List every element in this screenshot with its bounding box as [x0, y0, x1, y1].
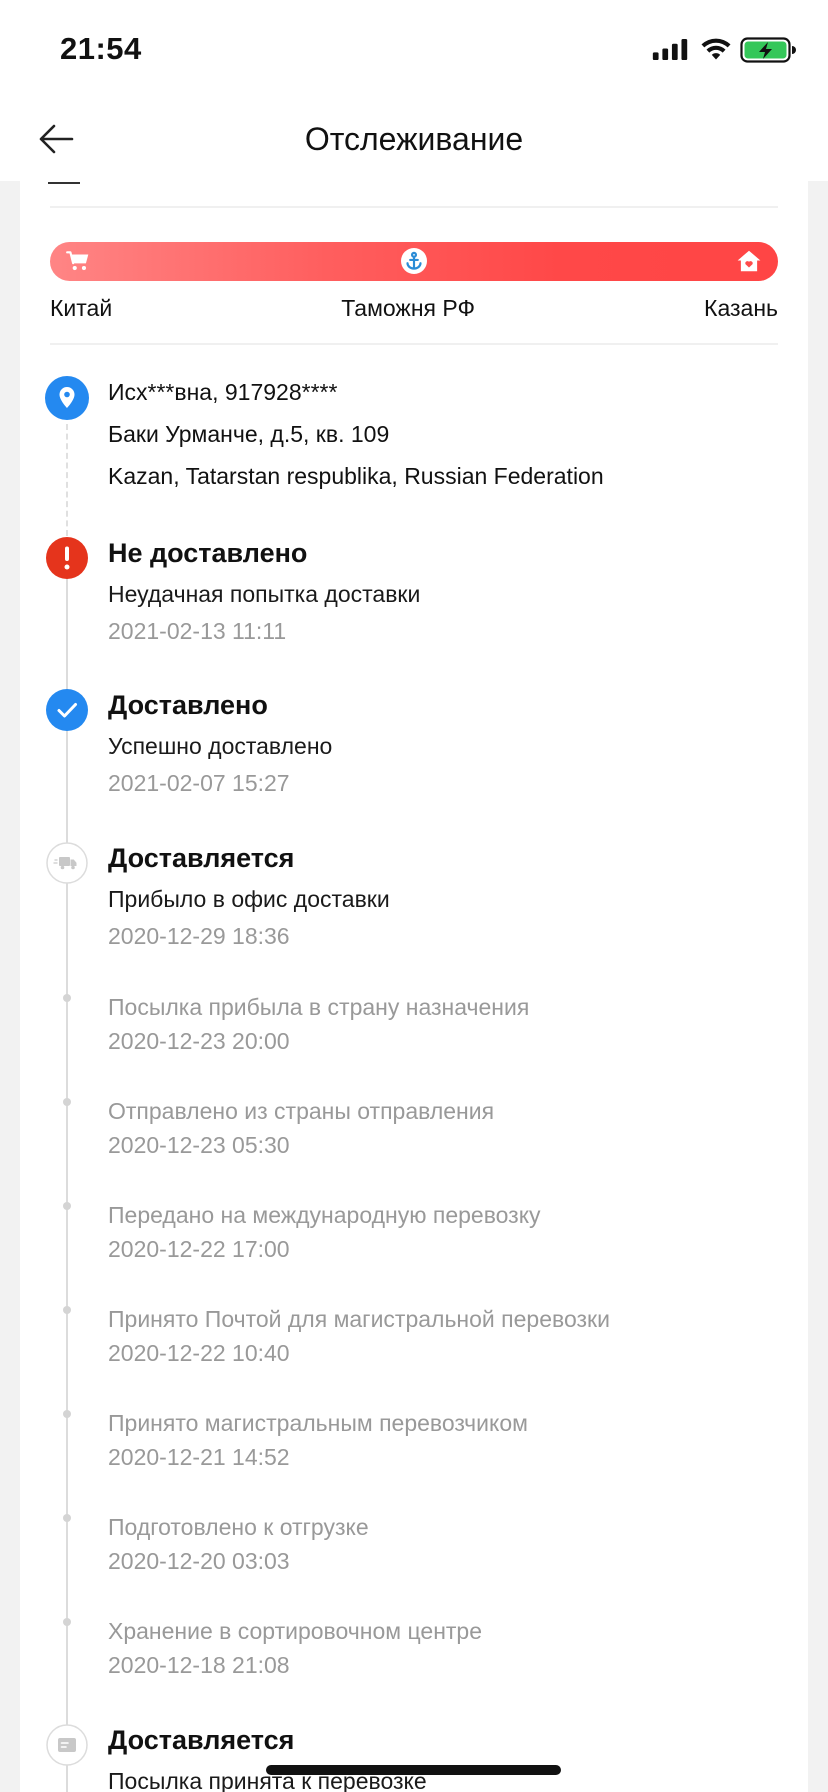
parcel-icon — [46, 1724, 88, 1766]
address-recipient: Исх***вна, 917928**** — [108, 379, 338, 405]
address-city: Kazan, Tatarstan respublika, Russian Fed… — [108, 463, 604, 489]
event-datetime: 2020-12-23 20:00 — [108, 1028, 290, 1054]
check-icon — [46, 689, 88, 731]
page-title: Отслеживание — [304, 121, 524, 157]
route-stage-labels: Китай Таможня РФ Казань — [50, 293, 778, 323]
tracking-event: Посылка прибыла в страну назначения 2020… — [20, 992, 808, 1054]
home-indicator[interactable] — [266, 1765, 561, 1775]
event-datetime: 2020-12-20 03:03 — [108, 1548, 290, 1574]
anchor-icon — [401, 248, 427, 274]
event-status: Доставляется — [108, 843, 295, 873]
timeline-dot — [63, 1202, 71, 1210]
cellular-signal-icon — [652, 39, 689, 60]
tracking-screen: 21:54 Отслеживание Китай Таможня РФ Каза… — [0, 0, 828, 1792]
tracking-card: Китай Таможня РФ Казань Исх***вна, 91792… — [20, 0, 808, 1792]
route-progress-bar — [50, 242, 778, 281]
timeline-dashed-line — [66, 424, 68, 536]
divider — [50, 206, 778, 208]
event-description: Подготовлено к отгрузке — [108, 1514, 369, 1540]
event-datetime: 2020-12-29 18:36 — [108, 923, 290, 949]
route-stage-destination: Казань — [704, 295, 778, 321]
tracking-event: Отправлено из страны отправления 2020-12… — [20, 1096, 808, 1158]
event-description: Посылка прибыла в страну назначения — [108, 994, 530, 1020]
address-street: Баки Урманче, д.5, кв. 109 — [108, 421, 390, 447]
event-description: Прибыло в офис доставки — [108, 886, 390, 912]
event-description: Отправлено из страны отправления — [108, 1098, 495, 1124]
battery-charging-icon — [740, 37, 796, 63]
timeline-dot — [63, 1514, 71, 1522]
route-stage-origin: Китай — [50, 295, 113, 321]
event-description: Успешно доставлено — [108, 733, 333, 759]
delivery-address: Исх***вна, 917928**** Баки Урманче, д.5,… — [108, 371, 604, 497]
tracking-event: Доставлено Успешно доставлено 2021-02-07… — [20, 689, 808, 796]
tracking-event: Доставляется Посылка принята к перевозке — [20, 1724, 808, 1792]
divider — [50, 343, 778, 345]
route-stage-customs: Таможня РФ — [341, 295, 475, 321]
home-icon — [736, 248, 762, 274]
event-datetime: 2020-12-21 14:52 — [108, 1444, 290, 1470]
event-description: Неудачная попытка доставки — [108, 581, 421, 607]
event-datetime: 2021-02-13 11:11 — [108, 618, 287, 644]
tracking-event: Не доставлено Неудачная попытка доставки… — [20, 537, 808, 644]
tracking-event: Хранение в сортировочном центре 2020-12-… — [20, 1616, 808, 1678]
truck-icon — [46, 842, 88, 884]
tracking-event: Принято магистральным перевозчиком 2020-… — [20, 1408, 808, 1470]
timeline-dot — [63, 994, 71, 1002]
event-datetime: 2020-12-18 21:08 — [108, 1652, 290, 1678]
collapse-dash — [48, 182, 80, 184]
location-pin-icon — [45, 376, 89, 420]
exclamation-icon — [46, 537, 88, 579]
tracking-event: Подготовлено к отгрузке 2020-12-20 03:03 — [20, 1512, 808, 1574]
timeline-dot — [63, 1410, 71, 1418]
timeline-dot — [63, 1306, 71, 1314]
event-datetime: 2020-12-22 10:40 — [108, 1340, 290, 1366]
event-status: Доставляется — [108, 1725, 295, 1755]
tracking-event: Принято Почтой для магистральной перевоз… — [20, 1304, 808, 1366]
event-datetime: 2021-02-07 15:27 — [108, 770, 290, 796]
event-description: Принято Почтой для магистральной перевоз… — [108, 1306, 610, 1332]
header: 21:54 Отслеживание — [0, 0, 828, 181]
event-status: Доставлено — [108, 690, 268, 720]
event-description: Принято магистральным перевозчиком — [108, 1410, 528, 1436]
event-datetime: 2020-12-22 17:00 — [108, 1236, 290, 1262]
timeline-dot — [63, 1098, 71, 1106]
timeline-dot — [63, 1618, 71, 1626]
cart-icon — [65, 248, 91, 274]
wifi-icon — [700, 37, 732, 61]
timeline-line — [66, 560, 68, 1792]
status-bar-time: 21:54 — [60, 31, 142, 66]
event-status: Не доставлено — [108, 538, 308, 568]
event-description: Передано на международную перевозку — [108, 1202, 541, 1228]
event-description: Хранение в сортировочном центре — [108, 1618, 483, 1644]
tracking-event: Передано на международную перевозку 2020… — [20, 1200, 808, 1262]
tracking-event: Доставляется Прибыло в офис доставки 202… — [20, 842, 808, 949]
event-datetime: 2020-12-23 05:30 — [108, 1132, 290, 1158]
